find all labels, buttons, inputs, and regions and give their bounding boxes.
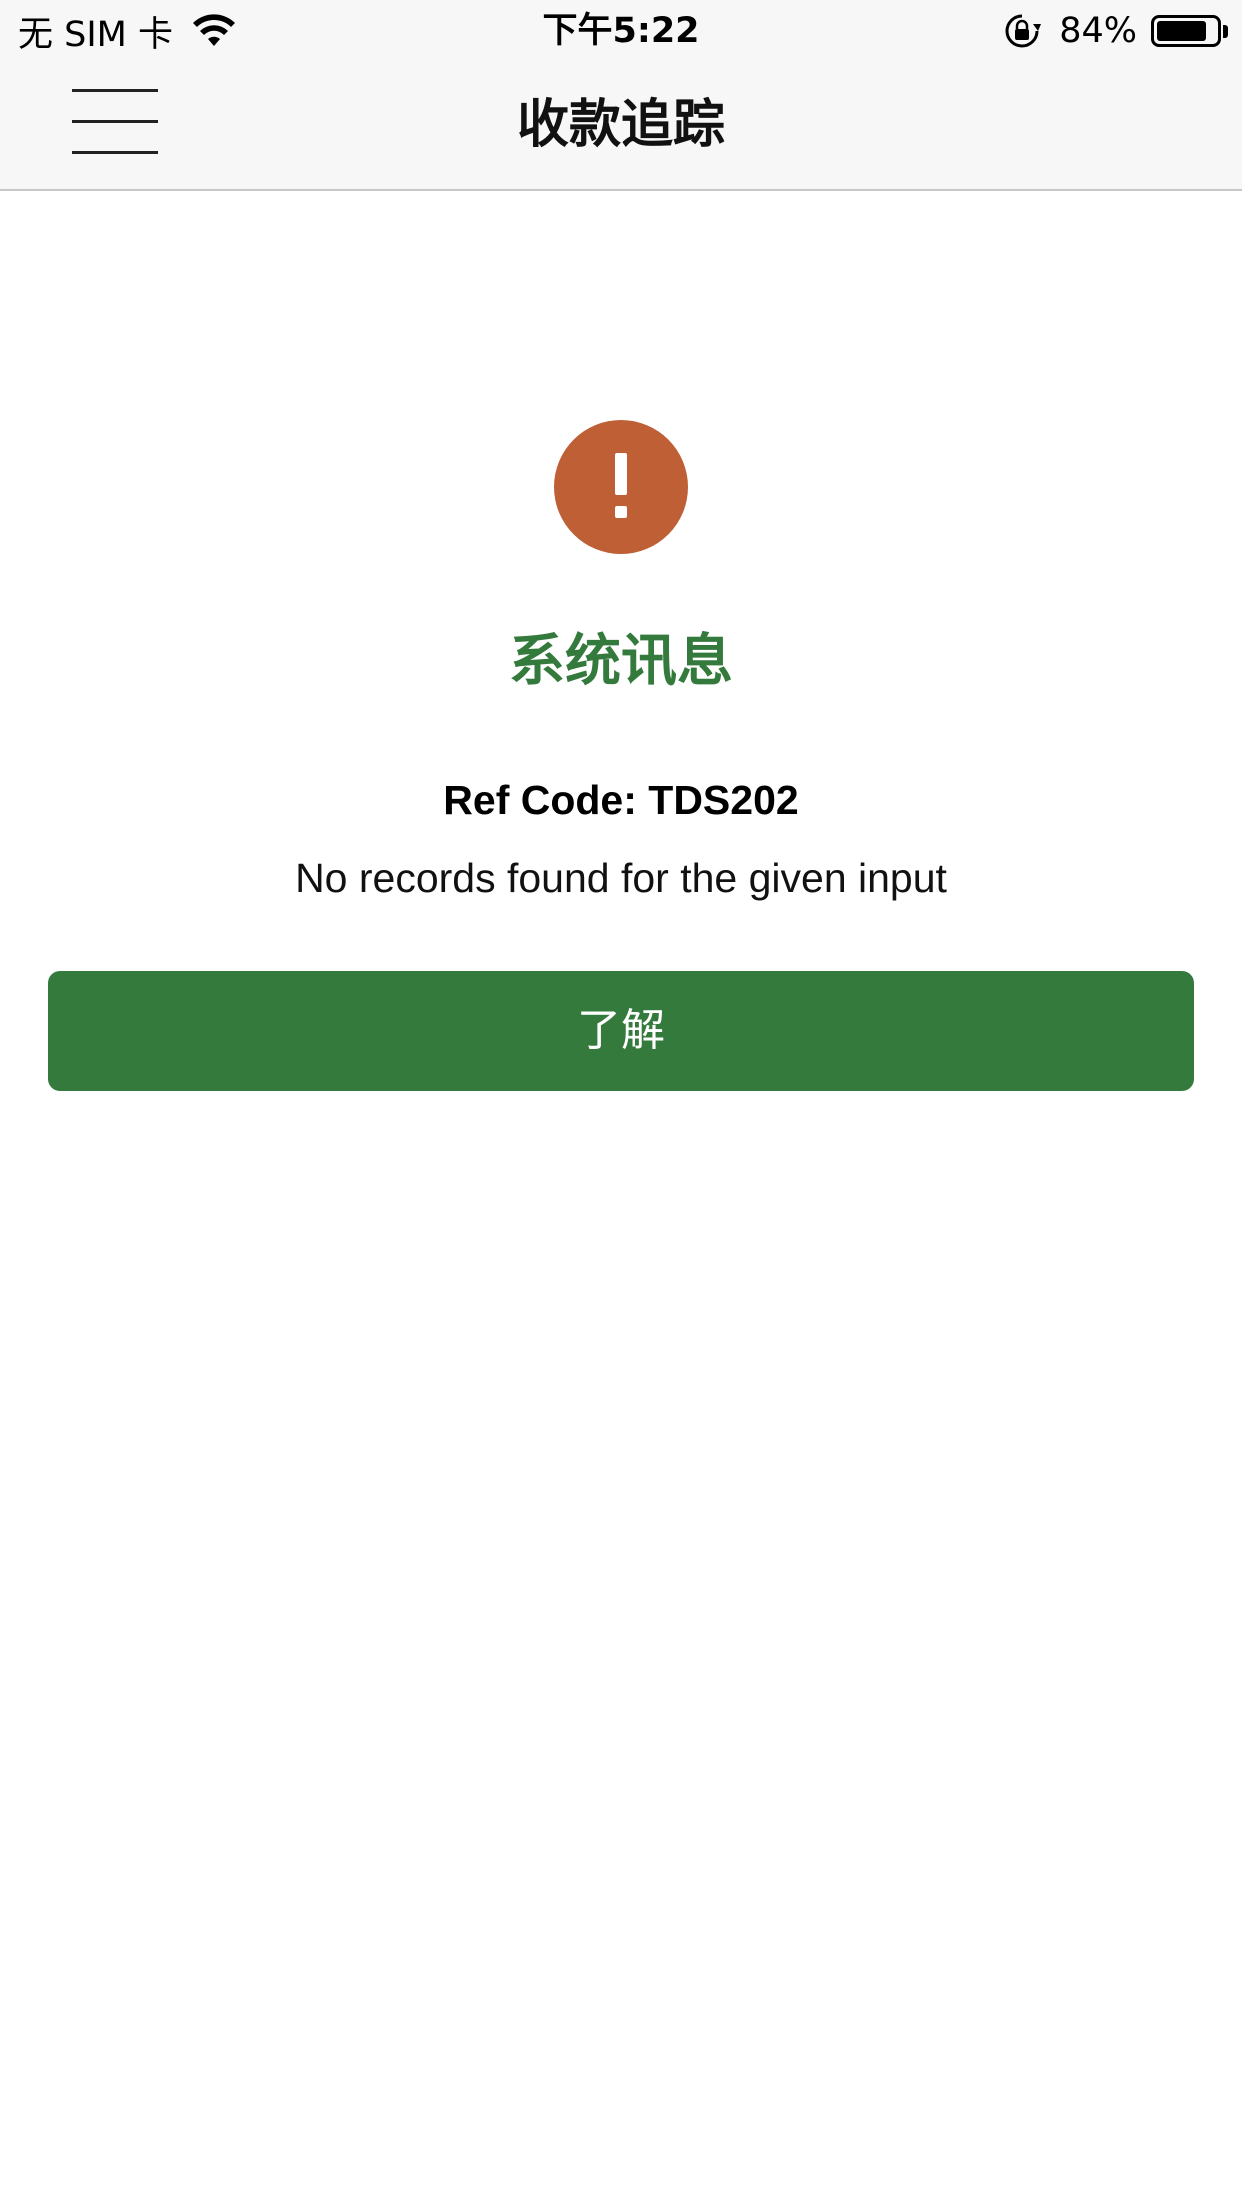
exclamation-bar [615, 453, 627, 495]
dialog-message: No records found for the given input [295, 855, 947, 901]
exclamation-icon [554, 420, 688, 554]
exclamation-dot [615, 506, 627, 518]
battery-percent-label: 84% [1059, 11, 1137, 51]
ref-code-label: Ref Code: TDS202 [443, 777, 799, 823]
battery-fill [1157, 21, 1206, 41]
page-title: 收款追踪 [516, 95, 725, 155]
nav-bar: 收款追踪 [0, 62, 1242, 191]
battery-cap [1223, 24, 1228, 38]
battery-icon [1151, 15, 1221, 47]
status-bar: 无 SIM 卡 下午5:22 84% [0, 0, 1242, 62]
screen: 无 SIM 卡 下午5:22 84% 收款追踪 系统讯息 Ref Code: T… [0, 0, 1242, 2208]
confirm-button[interactable]: 了解 [48, 971, 1194, 1091]
status-right: 84% [1003, 8, 1228, 54]
dialog-title: 系统讯息 [509, 629, 733, 694]
rotation-lock-icon [1005, 14, 1042, 48]
